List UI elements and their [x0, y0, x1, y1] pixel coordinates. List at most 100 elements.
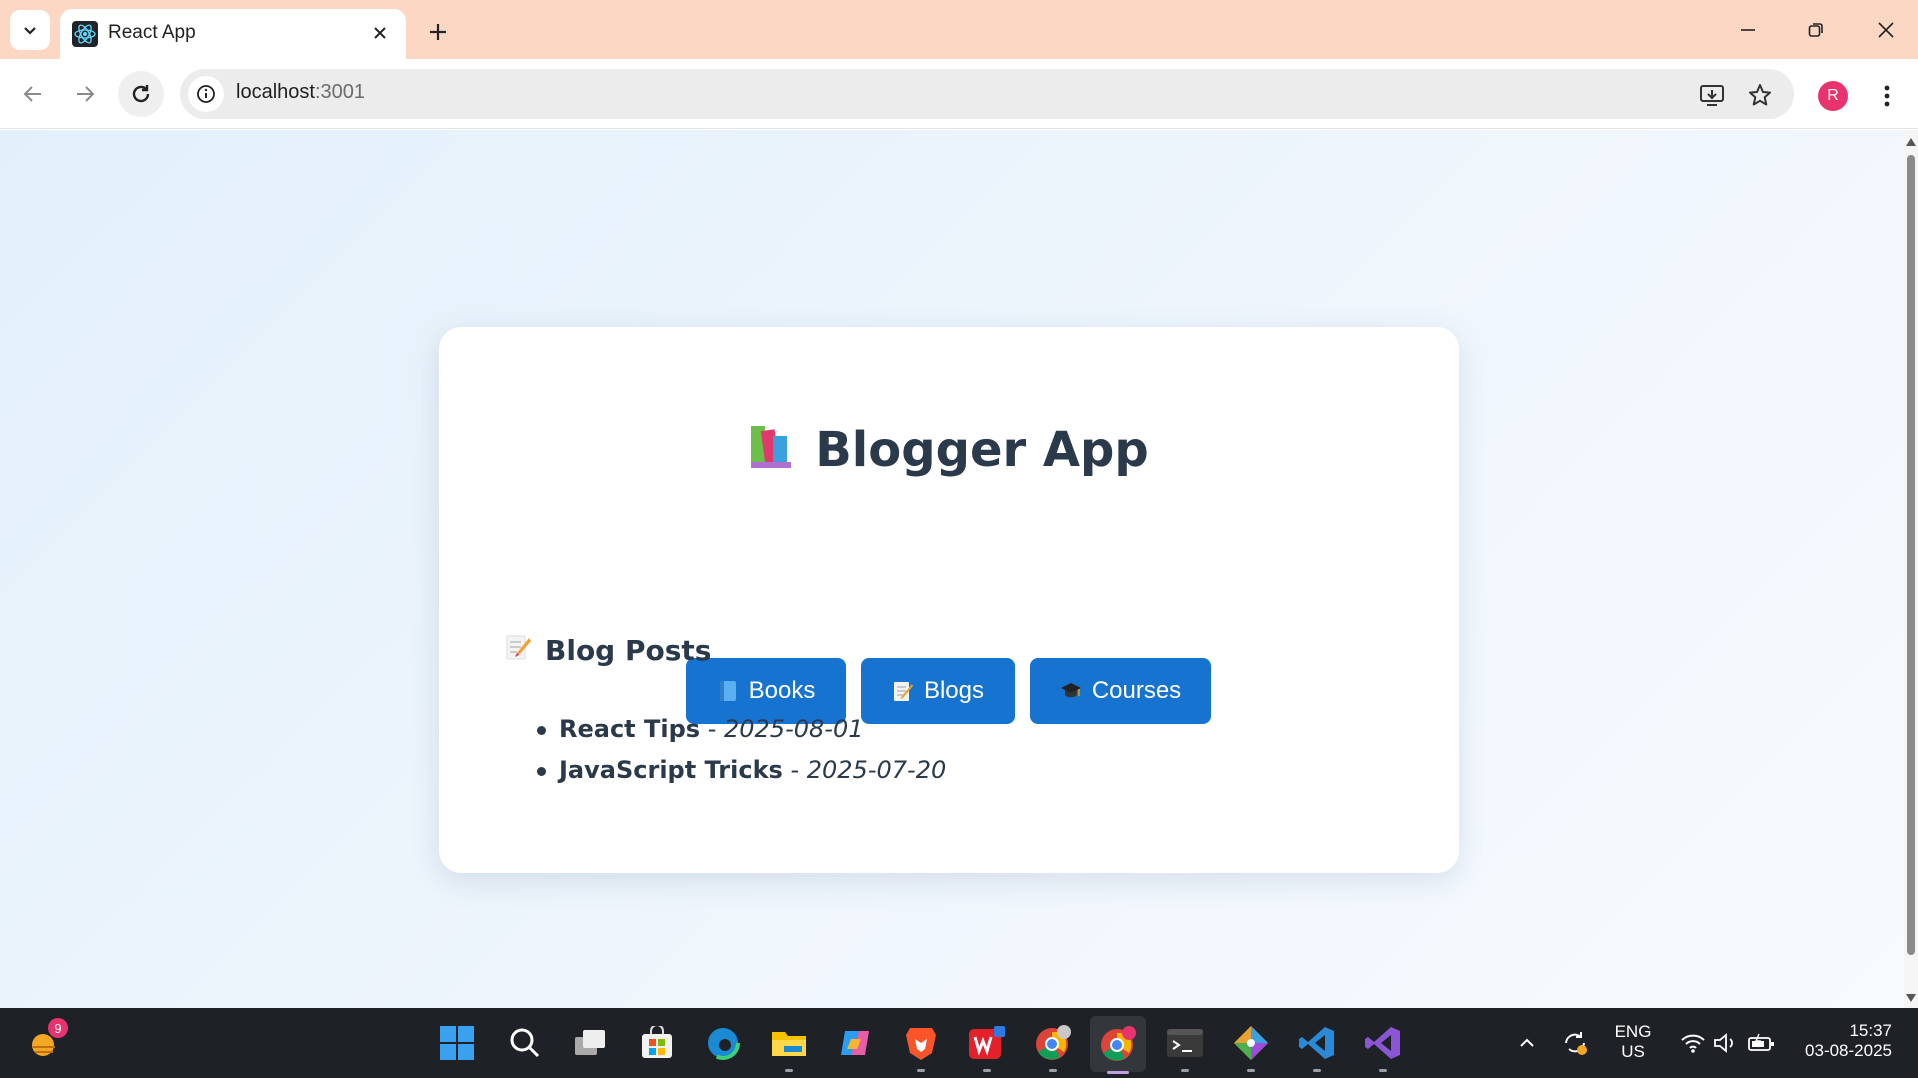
list-item: React Tips - 2025-08-01 [536, 712, 946, 753]
search-icon [510, 1028, 540, 1058]
books-icon [749, 424, 799, 470]
search-button[interactable] [504, 1022, 546, 1064]
visual-studio-app[interactable] [1362, 1022, 1404, 1072]
close-icon [1878, 22, 1894, 38]
git-app[interactable] [1230, 1022, 1272, 1072]
diamond-app-icon [1234, 1026, 1268, 1060]
site-info-button[interactable] [188, 76, 224, 112]
post-date: 2025-07-20 [806, 756, 947, 784]
folder-icon [772, 1032, 806, 1056]
task-view-button[interactable] [570, 1022, 612, 1064]
scrollbar-thumb[interactable] [1907, 155, 1915, 955]
post-separator: - [700, 715, 724, 743]
star-icon [1749, 84, 1771, 106]
running-indicator [1247, 1069, 1255, 1072]
clock[interactable]: 15:37 03-08-2025 [1790, 1021, 1900, 1061]
tab-search-button[interactable] [10, 10, 50, 50]
notification-badge: 9 [48, 1018, 68, 1038]
blogs-button-label: Blogs [923, 677, 985, 704]
running-indicator [917, 1069, 925, 1072]
active-indicator [1107, 1071, 1129, 1074]
running-indicator [983, 1069, 991, 1072]
wps-icon [969, 1026, 1005, 1059]
chrome-profile-app[interactable] [1090, 1016, 1146, 1074]
url-host: localhost [236, 81, 315, 103]
windows-icon [440, 1026, 474, 1060]
file-explorer-app[interactable] [768, 1022, 810, 1072]
running-indicator [785, 1069, 793, 1072]
battery-tray-icon[interactable] [1740, 1022, 1782, 1064]
edge-app[interactable] [702, 1022, 744, 1064]
plus-icon [430, 24, 446, 40]
minimize-icon [1741, 29, 1755, 31]
url-text[interactable]: localhost:3001 [236, 81, 365, 104]
bookmark-button[interactable] [1744, 79, 1776, 111]
minimize-button[interactable] [1724, 10, 1772, 50]
close-icon [374, 27, 386, 39]
visual-studio-icon [1365, 1027, 1400, 1059]
post-title: React Tips [559, 715, 701, 743]
speaker-icon [1714, 1033, 1733, 1053]
input-language-button[interactable]: ENG US [1608, 1022, 1658, 1062]
browser-menu-button[interactable] [1872, 79, 1902, 113]
back-button[interactable] [10, 71, 56, 117]
books-button-label: Books [748, 677, 816, 704]
restore-button[interactable] [1792, 10, 1840, 50]
chevron-up-icon [1520, 1038, 1534, 1047]
page-viewport: Blogger App Books Blogs Courses Blog Pos… [0, 130, 1904, 1008]
terminal-icon [1167, 1029, 1203, 1057]
arrow-left-icon [23, 86, 41, 102]
chrome-icon [1101, 1026, 1136, 1061]
reload-icon [132, 85, 150, 103]
section-heading: Blog Posts [505, 633, 711, 668]
forward-button[interactable] [62, 71, 108, 117]
battery-icon [1748, 1033, 1774, 1051]
browser-toolbar: localhost:3001 R [0, 59, 1918, 129]
brave-icon [906, 1028, 936, 1060]
url-port: :3001 [314, 81, 365, 103]
running-indicator [1049, 1069, 1057, 1072]
scroll-up-arrow[interactable] [1906, 138, 1916, 146]
running-indicator [1181, 1069, 1189, 1072]
react-icon [72, 21, 98, 47]
tab-react-app[interactable]: React App [60, 9, 406, 59]
tab-close-button[interactable] [366, 19, 394, 47]
post-title: JavaScript Tricks [559, 756, 783, 784]
show-hidden-icons-button[interactable] [1506, 1022, 1548, 1064]
taskbar: 9 ENG US 15:37 03-08-2025 [0, 1008, 1918, 1078]
wps-office-app[interactable] [966, 1022, 1008, 1072]
terminal-app[interactable] [1164, 1022, 1206, 1072]
page-scrollbar[interactable] [1904, 130, 1918, 1008]
post-date: 2025-08-01 [724, 715, 864, 743]
install-app-button[interactable] [1696, 79, 1728, 111]
vscode-icon [1299, 1027, 1334, 1059]
blog-post-list: React Tips - 2025-08-01 JavaScript Trick… [536, 712, 947, 794]
close-window-button[interactable] [1862, 10, 1910, 50]
chrome-app[interactable] [1032, 1022, 1074, 1072]
courses-button[interactable]: Courses [1030, 658, 1211, 724]
blue-book-icon [717, 680, 739, 702]
running-indicator [1313, 1069, 1321, 1072]
running-indicator [1379, 1069, 1387, 1072]
store-app[interactable] [636, 1022, 678, 1064]
new-tab-button[interactable] [420, 14, 456, 50]
start-button[interactable] [436, 1022, 478, 1064]
restore-icon [1808, 23, 1823, 37]
more-vertical-icon [1884, 85, 1890, 107]
courses-button-label: Courses [1091, 677, 1182, 704]
graduation-cap-icon [1060, 680, 1082, 702]
memo-icon [505, 633, 531, 668]
scroll-down-arrow[interactable] [1906, 994, 1916, 1002]
reload-button[interactable] [118, 71, 164, 117]
address-bar[interactable]: localhost:3001 [180, 69, 1794, 119]
copilot-app[interactable] [834, 1022, 876, 1064]
sync-tray-icon[interactable] [1554, 1022, 1596, 1064]
weather-widget[interactable]: 9 [24, 1018, 68, 1064]
app-title-text: Blogger App [815, 422, 1149, 478]
app-title: Blogger App [439, 422, 1459, 478]
profile-avatar[interactable]: R [1818, 81, 1848, 111]
brave-app[interactable] [900, 1022, 942, 1072]
vscode-app[interactable] [1296, 1022, 1338, 1072]
post-separator: - [782, 756, 807, 784]
app-card: Blogger App Books Blogs Courses Blog Pos… [439, 327, 1459, 873]
